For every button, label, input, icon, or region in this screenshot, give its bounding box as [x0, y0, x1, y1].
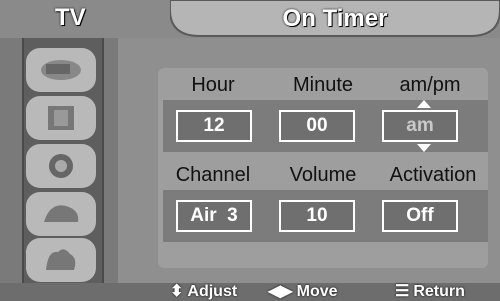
adjust-hint: ⬍ Adjust: [170, 283, 237, 301]
picture-icon: [41, 60, 81, 80]
menu-icon: ☰: [395, 283, 410, 300]
sidebar-item-channel[interactable]: [26, 144, 96, 188]
bottom-bar: ⬍ Adjust ◀▶ Move ☰ Return: [0, 283, 500, 301]
move-label: Move: [296, 283, 338, 300]
tv-osd-screen: TV On Timer Hour Minute am/pm 12 00 am C…: [0, 0, 500, 301]
ampm-label: am/pm: [399, 74, 461, 96]
up-down-arrows-icon: ⬍: [170, 283, 184, 300]
left-right-arrows-icon: ◀▶: [268, 283, 293, 300]
move-hint: ◀▶ Move: [268, 283, 338, 301]
on-timer-panel: Hour Minute am/pm 12 00 am Channel Volum…: [118, 38, 500, 283]
volume-value-box[interactable]: 10: [279, 200, 355, 232]
title-tab: On Timer: [170, 0, 500, 40]
return-label: Return: [413, 283, 465, 300]
ampm-value-box[interactable]: am: [382, 110, 458, 142]
top-bar: TV On Timer: [0, 0, 500, 38]
adjust-label: Adjust: [187, 283, 238, 300]
hour-label: Hour: [191, 74, 235, 96]
volume-label: Volume: [289, 164, 357, 186]
ampm-up-arrow-icon[interactable]: [417, 100, 431, 108]
minute-value-box[interactable]: 00: [279, 110, 355, 142]
sidebar-item-setup[interactable]: [26, 192, 96, 236]
channel-value-box[interactable]: Air 3: [176, 200, 252, 232]
input-icon: [46, 249, 76, 270]
page-title: On Timer: [282, 5, 388, 32]
channel-label: Channel: [175, 164, 251, 186]
setup-icon: [44, 205, 79, 222]
minute-label: Minute: [292, 74, 354, 96]
sound-icon: [48, 106, 74, 130]
return-hint: ☰ Return: [395, 283, 465, 301]
sidebar: [0, 38, 118, 283]
sidebar-item-picture[interactable]: [26, 48, 96, 92]
activation-value-box[interactable]: Off: [382, 200, 458, 232]
activation-label: Activation: [389, 164, 477, 186]
sidebar-item-sound[interactable]: [26, 96, 96, 140]
tv-label: TV: [55, 4, 86, 31]
channel-icon: [49, 154, 73, 178]
hour-value-box[interactable]: 12: [176, 110, 252, 142]
sidebar-item-input[interactable]: [26, 238, 96, 282]
ampm-down-arrow-icon[interactable]: [417, 144, 431, 152]
